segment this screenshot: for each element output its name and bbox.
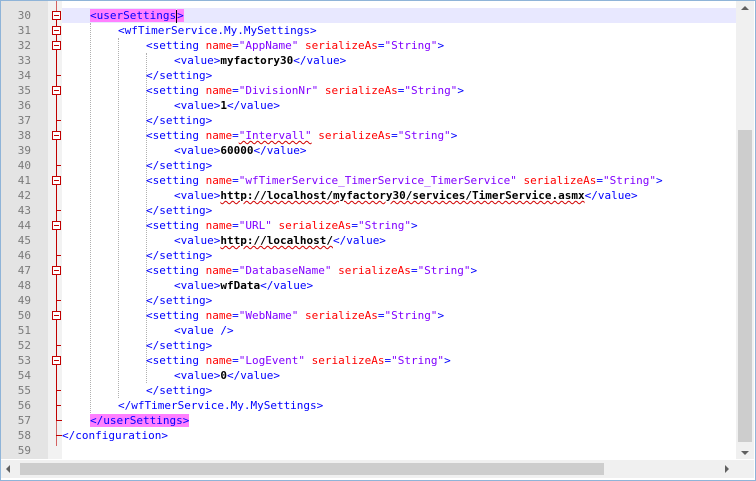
fold-end-mark [56, 210, 61, 211]
code-line-44: <setting name="URL" serializeAs="String"… [146, 219, 418, 232]
code-line-48: <value>wfData</value> [174, 279, 314, 292]
code-line-38: <setting name="Intervall" serializeAs="S… [146, 129, 458, 142]
line-number: 37 [17, 114, 31, 127]
fold-collapse-icon[interactable] [52, 221, 61, 230]
scroll-down-arrow-icon[interactable] [741, 451, 749, 455]
fold-end-mark [56, 255, 61, 256]
code-line-33: <value>myfactory30</value> [174, 54, 347, 67]
line-number: 43 [17, 204, 31, 217]
line-number: 51 [17, 324, 31, 337]
code-line-46: </setting> [146, 249, 213, 262]
code-editor[interactable]: <userSettings> <wfTimerService.My.MySett… [62, 1, 736, 459]
code-line-57: </userSettings> [90, 413, 190, 428]
line-number: 33 [17, 54, 31, 67]
code-line-51: <value /> [174, 324, 234, 337]
scrollbar-corner [736, 460, 754, 478]
fold-collapse-icon[interactable] [52, 356, 61, 365]
code-line-42: <value>http://localhost/myfactory30/serv… [174, 189, 638, 202]
code-line-56: </wfTimerService.My.MySettings> [118, 399, 324, 412]
scroll-left-arrow-icon[interactable] [6, 465, 10, 473]
line-number: 41 [17, 174, 31, 187]
fold-end-mark [56, 300, 61, 301]
tag-bracket: > [177, 9, 184, 22]
line-number: 56 [17, 399, 31, 412]
line-number: 42 [17, 189, 31, 202]
line-number: 44 [17, 219, 31, 232]
code-line-47: <setting name="DatabaseName" serializeAs… [146, 264, 478, 277]
line-number: 54 [17, 369, 31, 382]
fold-end-mark [56, 405, 61, 406]
code-line-40: </setting> [146, 159, 213, 172]
fold-collapse-icon[interactable] [52, 266, 61, 275]
matched-tag-highlight: </userSettings> [90, 414, 190, 427]
fold-end-mark [56, 75, 61, 76]
fold-collapse-icon[interactable] [52, 86, 61, 95]
code-line-45: <value>http://localhost/</value> [174, 234, 386, 247]
horizontal-scroll-thumb[interactable] [20, 463, 604, 475]
line-number: 52 [17, 339, 31, 352]
code-line-49: </setting> [146, 294, 213, 307]
code-line-36: <value>1</value> [174, 99, 280, 112]
code-line-53: <setting name="LogEvent" serializeAs="St… [146, 354, 451, 367]
fold-end-mark [56, 345, 61, 346]
scroll-right-arrow-icon[interactable] [725, 465, 729, 473]
code-line-52: </setting> [146, 339, 213, 352]
line-number: 49 [17, 294, 31, 307]
tag-bracket: < [90, 9, 97, 22]
code-line-30: <userSettings> [90, 8, 184, 23]
line-number: 35 [17, 84, 31, 97]
fold-collapse-icon[interactable] [52, 26, 61, 35]
fold-collapse-icon[interactable] [52, 41, 61, 50]
code-line-43: </setting> [146, 204, 213, 217]
line-number: 53 [17, 354, 31, 367]
vertical-scroll-thumb[interactable] [738, 130, 752, 442]
line-number: 50 [17, 309, 31, 322]
spellcheck-underline: "Intervall" [238, 129, 312, 142]
line-number: 46 [17, 249, 31, 262]
code-line-35: <setting name="DivisionNr" serializeAs="… [146, 84, 464, 97]
code-line-55: </setting> [146, 384, 213, 397]
code-line-32: <setting name="AppName" serializeAs="Str… [146, 39, 445, 52]
line-number: 30 [17, 9, 31, 22]
line-number: 59 [17, 444, 31, 457]
code-line-54: <value>0</value> [174, 369, 280, 382]
line-number: 48 [17, 279, 31, 292]
fold-end-mark [56, 120, 61, 121]
code-line-39: <value>60000</value> [174, 144, 307, 157]
code-line-34: </setting> [146, 69, 213, 82]
line-number: 32 [17, 39, 31, 52]
line-number: 40 [17, 159, 31, 172]
line-number: 36 [17, 99, 31, 112]
code-line-50: <setting name="WebName" serializeAs="Str… [146, 309, 445, 322]
fold-collapse-icon[interactable] [52, 311, 61, 320]
fold-end-mark [56, 165, 61, 166]
code-line-41: <setting name="wfTimerService_TimerServi… [146, 174, 663, 187]
code-line-58: </configuration> [62, 429, 168, 442]
fold-collapse-icon[interactable] [52, 131, 61, 140]
fold-collapse-icon[interactable] [52, 176, 61, 185]
code-line-31: <wfTimerService.My.MySettings> [118, 24, 317, 37]
line-number: 55 [17, 384, 31, 397]
line-number: 45 [17, 234, 31, 247]
tag-name: userSettings [96, 9, 177, 22]
line-number: 38 [17, 129, 31, 142]
line-number: 39 [17, 144, 31, 157]
scroll-up-arrow-icon[interactable] [741, 6, 749, 10]
fold-end-mark [56, 390, 61, 391]
code-line-37: </setting> [146, 114, 213, 127]
fold-collapse-icon[interactable] [52, 11, 61, 20]
line-number: 58 [17, 429, 31, 442]
line-number: 47 [17, 264, 31, 277]
line-number: 31 [17, 24, 31, 37]
line-number: 34 [17, 69, 31, 82]
line-number: 57 [17, 414, 31, 427]
